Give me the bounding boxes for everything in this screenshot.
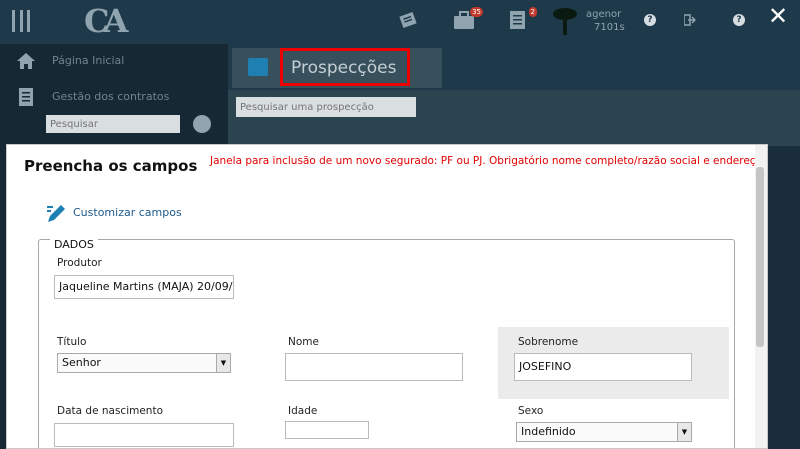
- contract-badge: 2: [528, 7, 537, 17]
- briefcase-notification-icon[interactable]: 35: [453, 7, 483, 30]
- prospection-search-input[interactable]: [236, 97, 416, 117]
- sexo-label: Sexo: [518, 405, 544, 417]
- sidebar-search-input[interactable]: [46, 115, 180, 133]
- customize-fields-link[interactable]: Customizar campos: [73, 206, 182, 219]
- app-logo[interactable]: CA: [84, 2, 128, 40]
- sobrenome-input[interactable]: JOSEFINO: [514, 353, 692, 381]
- sidebar-item-home[interactable]: Página Inicial: [0, 44, 228, 80]
- sidebar-item-contracts[interactable]: Gestão dos contratos: [0, 80, 228, 116]
- menu-icon[interactable]: [12, 10, 30, 32]
- help-icon[interactable]: ?: [644, 14, 656, 26]
- user-info[interactable]: agenor 7101s: [586, 8, 625, 34]
- nome-input[interactable]: [285, 353, 463, 381]
- sidebar-item-label: Página Inicial: [52, 54, 125, 67]
- contracts-icon: [19, 88, 33, 106]
- produtor-input[interactable]: Jaqueline Martins (MAJA) 20/09/: [54, 275, 234, 299]
- page-title: Prospecções: [280, 48, 410, 86]
- idade-input[interactable]: [285, 421, 369, 439]
- nome-label: Nome: [288, 336, 319, 348]
- nascimento-label: Data de nascimento: [57, 405, 164, 417]
- titulo-select[interactable]: Senhor ▼: [57, 353, 231, 373]
- nascimento-input[interactable]: [54, 423, 234, 447]
- section-legend: DADOS: [50, 238, 98, 251]
- chevron-down-icon: ▼: [677, 423, 691, 441]
- titulo-label: Título: [57, 336, 87, 348]
- sexo-select[interactable]: Indefinido ▼: [516, 422, 692, 442]
- home-icon: [17, 53, 35, 69]
- produtor-label: Produtor: [57, 257, 102, 269]
- modal-title: Preencha os campos: [24, 157, 198, 175]
- user-avatar-tree-icon[interactable]: [552, 5, 578, 37]
- search-icon[interactable]: [193, 115, 211, 133]
- titulo-value: Senhor: [62, 356, 101, 369]
- idade-label: Idade: [288, 405, 318, 417]
- user-name: agenor: [586, 9, 622, 20]
- briefcase-badge: 35: [470, 7, 483, 17]
- help-icon-secondary[interactable]: ?: [733, 14, 745, 26]
- top-bar: CA 35 2 agenor 7101s ? ? ✕: [0, 0, 800, 44]
- documents-icon[interactable]: [398, 10, 420, 30]
- contract-notification-icon[interactable]: 2: [507, 7, 537, 30]
- sexo-value: Indefinido: [521, 425, 576, 438]
- sobrenome-label: Sobrenome: [518, 336, 579, 348]
- chevron-down-icon: ▼: [216, 354, 230, 372]
- user-code: 7101s: [594, 22, 625, 33]
- new-insured-modal: Preencha os campos Janela para inclusão …: [6, 144, 768, 449]
- briefcase-icon: [248, 58, 268, 76]
- modal-scrollbar-thumb[interactable]: [756, 167, 764, 347]
- modal-annotation-note: Janela para inclusão de um novo segurado…: [210, 155, 766, 167]
- logout-icon[interactable]: [684, 14, 696, 26]
- sidebar-item-label: Gestão dos contratos: [52, 90, 170, 103]
- customize-pencil-icon[interactable]: [45, 203, 67, 225]
- close-icon[interactable]: ✕: [768, 2, 788, 30]
